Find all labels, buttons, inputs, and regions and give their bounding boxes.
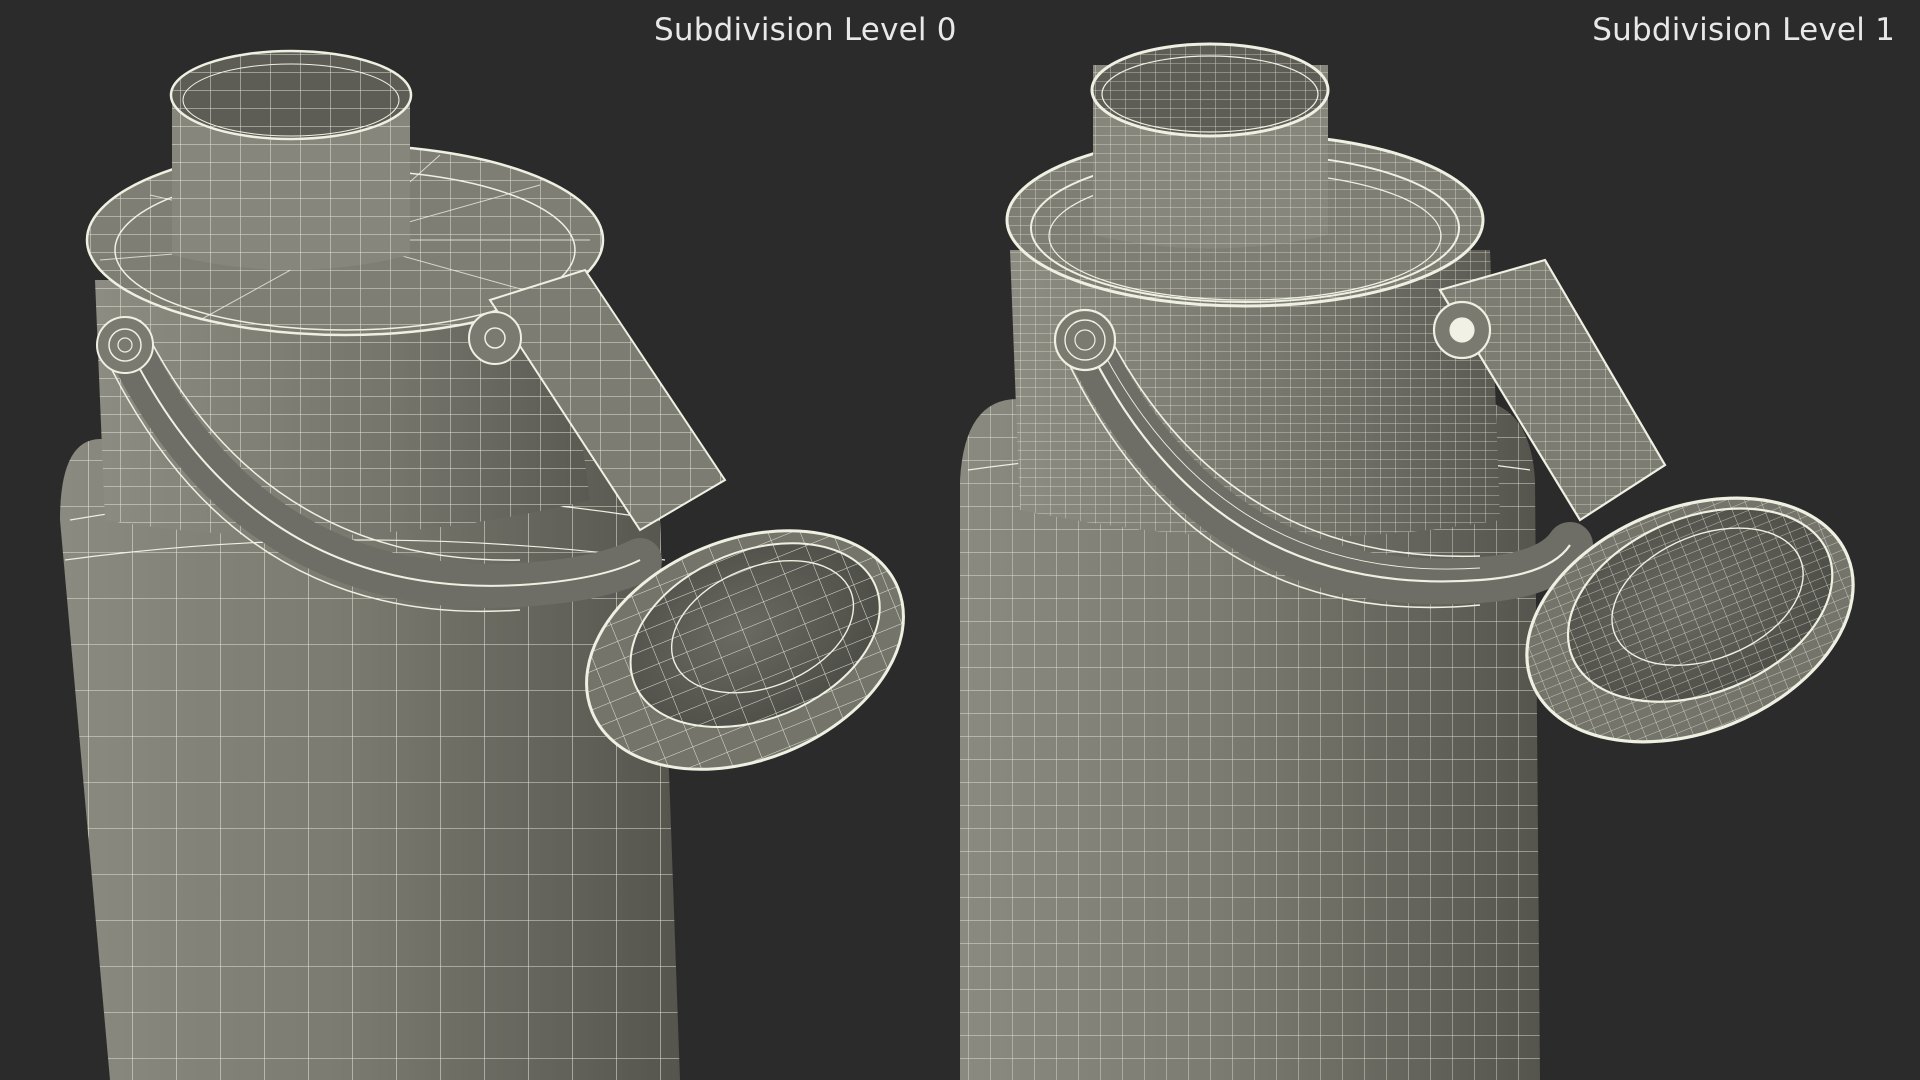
bottle-level-0 [60, 49, 905, 1080]
wireframe-comparison-render [60, 42, 1855, 1080]
render-viewport: Subdivision Level 0 Subdivision Level 1 [0, 0, 1920, 1080]
subdivision-level-0-label: Subdivision Level 0 [654, 12, 957, 48]
bottle-level-1 [960, 42, 1855, 1080]
subdivision-level-1-label: Subdivision Level 1 [1592, 12, 1895, 48]
